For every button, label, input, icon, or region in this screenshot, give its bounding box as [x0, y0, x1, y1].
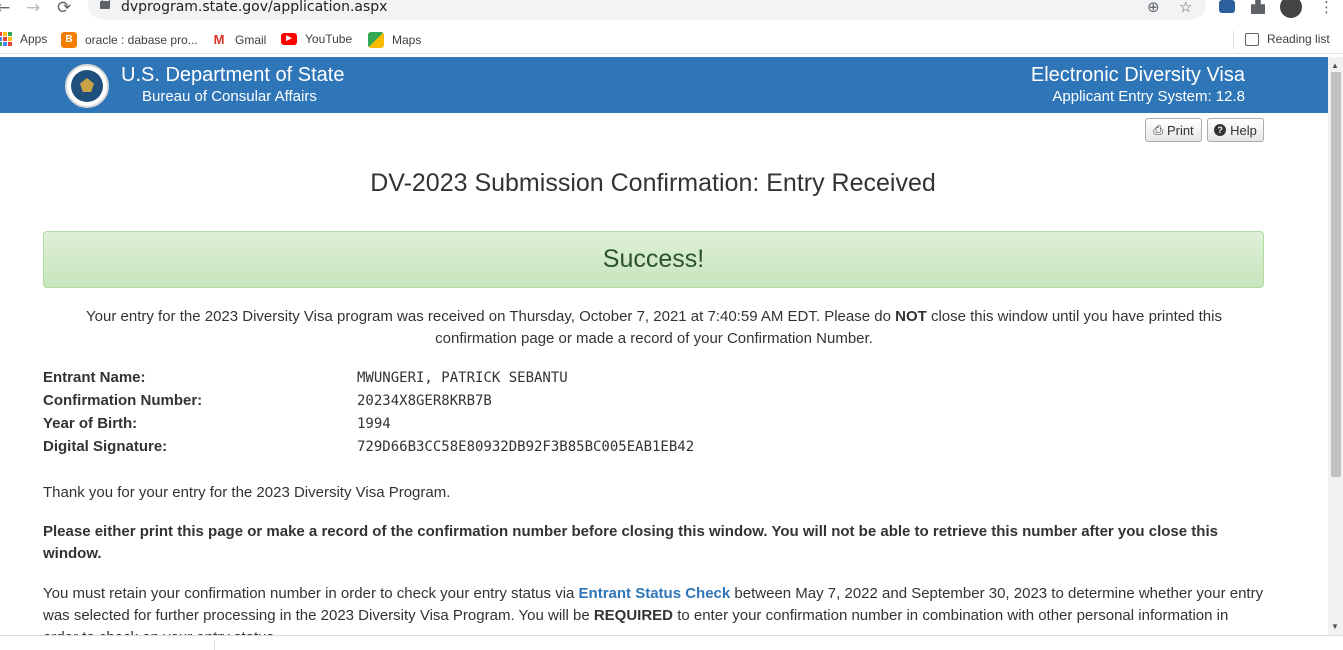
youtube-icon: ▶ — [281, 33, 297, 45]
reload-icon[interactable]: ⟳ — [57, 0, 71, 18]
page-title: DV-2023 Submission Confirmation: Entry R… — [370, 169, 936, 197]
browser-bottom-bar — [0, 635, 1343, 650]
bottom-divider — [214, 640, 215, 650]
gmail-icon: M — [211, 32, 227, 48]
bookmark-label: YouTube — [305, 32, 353, 46]
received-emphasis: NOT — [895, 308, 927, 325]
help-button[interactable]: ? Help — [1207, 118, 1264, 142]
received-text-1: Your entry for the 2023 Diversity Visa p… — [86, 308, 896, 325]
profile-avatar[interactable] — [1280, 0, 1302, 18]
bookmark-star-icon[interactable]: ☆ — [1179, 0, 1192, 16]
bookmark-gmail[interactable]: M Gmail — [211, 32, 266, 48]
browser-toolbar: ← → ⟳ dvprogram.state.gov/application.as… — [0, 0, 1343, 22]
url-text[interactable]: dvprogram.state.gov/application.aspx — [121, 0, 387, 15]
entrant-details: Entrant Name: MWUNGERI, PATRICK SEBANTU … — [43, 369, 843, 461]
lock-icon[interactable] — [100, 0, 110, 9]
department-seal-logo[interactable] — [65, 64, 109, 108]
detail-row-confirmation-number: Confirmation Number: 20234X8GER8KRB7B — [43, 392, 843, 415]
detail-row-year-of-birth: Year of Birth: 1994 — [43, 415, 843, 438]
help-label: Help — [1230, 122, 1257, 138]
detail-value: 20234X8GER8KRB7B — [357, 393, 492, 409]
detail-row-digital-signature: Digital Signature: 729D66B3CC58E80932DB9… — [43, 438, 843, 461]
bookmark-maps[interactable]: Maps — [368, 32, 421, 48]
system-version: Applicant Entry System: 12.8 — [1052, 88, 1245, 105]
detail-label: Entrant Name: — [43, 369, 146, 386]
detail-label: Confirmation Number: — [43, 392, 203, 409]
entrant-status-check-link[interactable]: Entrant Status Check — [579, 585, 731, 602]
scroll-up-icon[interactable]: ▲ — [1331, 61, 1339, 70]
print-label: Print — [1166, 122, 1194, 138]
printer-icon: ⎙ — [1153, 122, 1163, 137]
bookmark-oracle[interactable]: B oracle : dabase pro... — [61, 32, 198, 48]
bookmark-label: Apps — [20, 32, 48, 46]
department-name[interactable]: U.S. Department of State — [121, 64, 344, 87]
print-button[interactable]: ⎙ Print — [1145, 118, 1202, 142]
detail-row-entrant-name: Entrant Name: MWUNGERI, PATRICK SEBANTU — [43, 369, 843, 392]
maps-icon — [368, 32, 384, 48]
bookmark-label: oracle : dabase pro... — [85, 33, 198, 47]
bookmark-label: Gmail — [235, 33, 267, 47]
reading-list-icon — [1245, 32, 1259, 46]
bookmark-label: Maps — [392, 33, 422, 47]
apps-icon — [0, 32, 12, 46]
bureau-name: Bureau of Consular Affairs — [142, 88, 317, 105]
received-statement: Your entry for the 2023 Diversity Visa p… — [60, 306, 1248, 350]
success-alert: Success! — [43, 231, 1264, 288]
zoom-icon[interactable]: ⊕ — [1147, 0, 1160, 16]
detail-value: MWUNGERI, PATRICK SEBANTU — [357, 370, 568, 386]
bookmark-apps[interactable]: Apps — [0, 32, 47, 46]
scrollbar-thumb[interactable] — [1331, 72, 1341, 477]
detail-value: 729D66B3CC58E80932DB92F3B85BC005EAB1EB42 — [357, 439, 695, 455]
forward-icon[interactable]: → — [26, 0, 40, 18]
print-warning-text: Please either print this page or make a … — [43, 523, 1218, 562]
menu-icon[interactable]: ⋮ — [1319, 0, 1334, 16]
system-title: Electronic Diversity Visa — [1030, 64, 1245, 86]
retain-text-1: You must retain your confirmation number… — [43, 585, 579, 602]
question-circle-icon: ? — [1214, 124, 1227, 136]
bookmark-divider — [1233, 31, 1234, 49]
puzzle-icon[interactable] — [1251, 0, 1265, 14]
reading-list-label: Reading list — [1267, 32, 1330, 46]
scroll-down-icon[interactable]: ▼ — [1331, 622, 1339, 631]
site-header: U.S. Department of State Bureau of Consu… — [0, 57, 1328, 113]
back-icon[interactable]: ← — [0, 0, 10, 18]
bookmarks-bar: Apps B oracle : dabase pro... M Gmail ▶ … — [0, 27, 1343, 54]
detail-value: 1994 — [357, 416, 391, 432]
bookmark-youtube[interactable]: ▶ YouTube — [281, 32, 352, 46]
retain-number-text: You must retain your confirmation number… — [43, 583, 1264, 635]
extension-icon[interactable] — [1219, 0, 1235, 13]
retain-emphasis: REQUIRED — [593, 607, 674, 624]
detail-label: Digital Signature: — [43, 438, 168, 455]
thank-you-text: Thank you for your entry for the 2023 Di… — [43, 484, 451, 501]
detail-label: Year of Birth: — [43, 415, 138, 432]
reading-list-button[interactable]: Reading list — [1245, 32, 1330, 46]
blogger-icon: B — [61, 32, 77, 48]
